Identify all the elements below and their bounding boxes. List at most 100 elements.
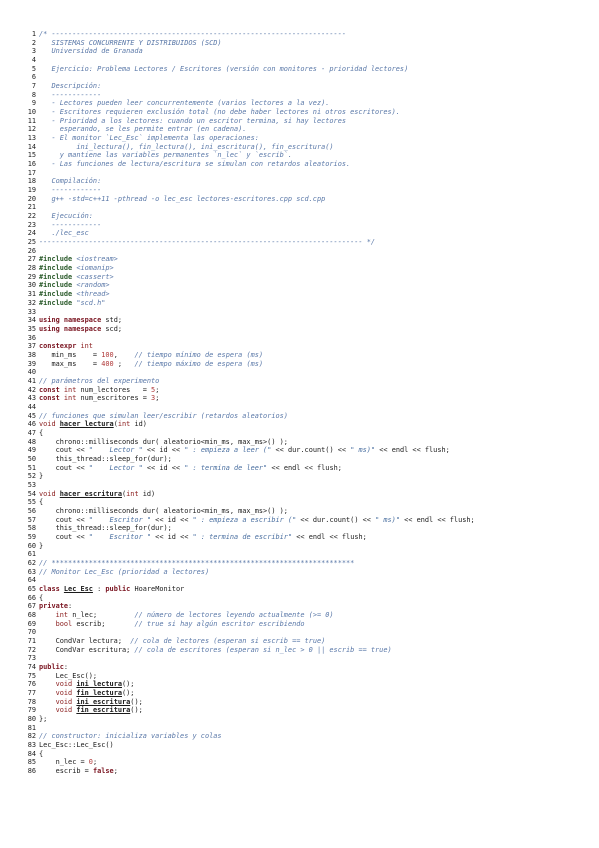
line-number: 81 [27, 723, 36, 732]
code-token-comment: // *************************************… [39, 558, 355, 567]
code-line: 80}; [20, 715, 592, 724]
line-number: 1 [31, 30, 36, 38]
code-token-comment: - El monitor `Lec_Esc` implementa las op… [39, 134, 259, 143]
code-token-keyword: public [39, 663, 64, 672]
line-number: 17 [27, 168, 36, 177]
code-line: 20 g++ -std=c++11 -pthread -o lec_esc le… [20, 195, 592, 204]
code-token-number: 400 [101, 359, 114, 368]
code-token-normal: n_lec = [39, 758, 89, 767]
code-token-comment: ini_lectura(), fin_lectura(), ini_escrit… [39, 142, 334, 151]
line-number: 21 [27, 203, 36, 212]
code-token-comment: // tiempo máximo de espera (ms) [134, 359, 264, 368]
line-number: 8 [31, 90, 36, 99]
line-number: 52 [27, 472, 36, 481]
code-line: 83 Lec_Esc::Lec_Esc() [20, 741, 592, 750]
code-token-string: " Escritor " [88, 532, 152, 541]
code-token-comment: y mantiene las variables permanentes `n_… [39, 151, 293, 160]
code-line: 6 [20, 73, 592, 82]
code-line: 21 [20, 203, 592, 212]
line-number: 51 [27, 463, 36, 472]
code-token-normal: ; [92, 758, 98, 767]
line-number: 85 [27, 758, 36, 767]
line-number: 60 [27, 541, 36, 550]
code-line: 78 void ini_escritura(); [20, 698, 592, 707]
code-token-comment: // funciones que simulan leer/escribir (… [39, 411, 288, 420]
code-token-normal: { [39, 498, 44, 507]
line-number: 83 [27, 741, 36, 750]
line-number: 15 [27, 151, 36, 160]
code-line: 30 #include <random> [20, 281, 592, 290]
code-line: 66{ [20, 594, 592, 603]
code-line: 38 min_ms = 100, // tiempo mínimo de esp… [20, 351, 592, 360]
code-token-string: " Escritor " [88, 515, 152, 524]
code-token-func: Lec_Esc [63, 585, 93, 593]
line-number: 65 [27, 585, 36, 593]
code-page: 1/* ------------------------------------… [0, 0, 599, 848]
code-token-func: ini_escritura [76, 697, 131, 706]
code-token-normal: HoareMonitor [134, 585, 185, 593]
code-token-normal: << endl << flush; [375, 446, 450, 455]
line-number: 76 [27, 680, 36, 689]
code-token-type: int [117, 420, 135, 429]
line-number: 72 [27, 645, 36, 654]
code-token-normal: ; [155, 394, 160, 403]
code-line: 67 private: [20, 602, 592, 611]
code-line: 64 [20, 576, 592, 585]
code-token-type: int [63, 394, 81, 403]
code-token-normal [39, 620, 56, 628]
code-token-comment: - Las funciones de lectura/escritura se … [39, 160, 351, 169]
code-line: 35 using namespace scd; [20, 325, 592, 334]
code-line: 17 [20, 169, 592, 178]
code-line: 70 [20, 628, 592, 637]
code-token-normal [39, 611, 56, 619]
code-token-preproc: #include [39, 290, 77, 299]
code-token-comment: // número de lectores leyendo actualment… [134, 611, 334, 620]
code-token-include: <thread> [76, 290, 110, 299]
code-token-normal: max_ms = [39, 359, 102, 368]
line-number: 38 [27, 350, 36, 359]
code-token-type: int [126, 489, 143, 498]
line-number: 54 [27, 489, 36, 498]
line-number: 13 [27, 134, 36, 143]
line-number: 62 [27, 558, 36, 567]
line-number: 79 [27, 706, 36, 715]
code-token-include: "scd.h" [76, 298, 106, 307]
code-line: 3 Universidad de Granada [20, 47, 592, 56]
line-number: 56 [27, 506, 36, 515]
code-token-normal: escrib; [76, 619, 135, 628]
line-number: 69 [27, 619, 36, 628]
line-number: 50 [27, 454, 36, 463]
code-token-normal: Lec_Esc(); [39, 671, 98, 680]
code-token-normal: { [39, 749, 44, 758]
code-line: 18 Compilación: [20, 177, 592, 186]
code-token-comment: Universidad de Granada [39, 47, 143, 56]
code-line: 31 #include <thread> [20, 290, 592, 299]
code-token-normal: cout << [39, 532, 89, 541]
code-token-normal: : [68, 602, 73, 611]
code-token-comment: // parámetros del experimento [39, 376, 160, 385]
line-number: 20 [27, 194, 36, 203]
code-line: 76 void ini_lectura(); [20, 680, 592, 689]
code-line: 79 void fin_escritura(); [20, 706, 592, 715]
line-number: 74 [27, 663, 36, 672]
code-line: 73 [20, 654, 592, 663]
line-number: 77 [27, 689, 36, 698]
code-token-func: fin_escritura [76, 706, 131, 715]
line-number: 41 [27, 376, 36, 385]
code-token-string: " Lector " [88, 446, 143, 455]
code-line: 82// constructor: inicializa variables y… [20, 732, 592, 741]
code-token-normal: << id << [151, 532, 193, 541]
code-line: 1/* ------------------------------------… [20, 30, 592, 39]
code-line: 75 Lec_Esc(); [20, 672, 592, 681]
code-token-keyword: const [39, 394, 64, 403]
code-line: 65 class Lec_Esc : public HoareMonitor [20, 585, 592, 594]
line-number: 70 [27, 628, 36, 637]
code-token-normal: << endl << flush; [292, 532, 367, 541]
code-line: 25 --------------------------------------… [20, 238, 592, 247]
code-token-normal: } [39, 472, 44, 481]
code-token-normal: : [63, 663, 69, 672]
code-token-keyword: class [39, 585, 64, 593]
code-token-normal: : [92, 585, 106, 593]
code-line: 84{ [20, 750, 592, 759]
code-token-normal: this_thread::sleep_for(dur); [39, 454, 172, 463]
